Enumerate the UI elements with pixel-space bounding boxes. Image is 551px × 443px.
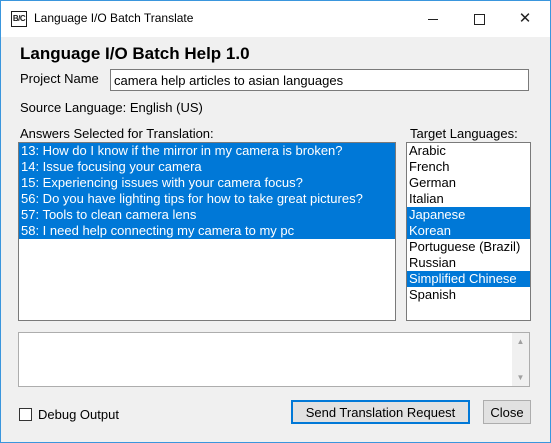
project-name-label: Project Name: [20, 71, 99, 86]
language-list-item[interactable]: Japanese: [407, 207, 530, 223]
source-language-label: Source Language: English (US): [20, 100, 203, 115]
language-list-item[interactable]: French: [407, 159, 530, 175]
close-window-button[interactable]: ✕: [502, 1, 548, 37]
language-list-item[interactable]: Italian: [407, 191, 530, 207]
debug-output-checkbox[interactable]: [19, 408, 32, 421]
title-bar[interactable]: B/C Language I/O Batch Translate ✕: [1, 1, 550, 37]
app-icon: B/C: [11, 11, 27, 27]
language-list-item[interactable]: German: [407, 175, 530, 191]
language-list-item[interactable]: Spanish: [407, 287, 530, 303]
page-title: Language I/O Batch Help 1.0: [20, 44, 250, 63]
answers-listbox[interactable]: 13: How do I know if the mirror in my ca…: [18, 142, 396, 321]
answer-list-item[interactable]: 14: Issue focusing your camera: [19, 159, 395, 175]
output-scrollbar[interactable]: ▲ ▼: [512, 333, 529, 386]
answer-list-item[interactable]: 58: I need help connecting my camera to …: [19, 223, 395, 239]
close-button[interactable]: Close: [483, 400, 531, 424]
answer-list-item[interactable]: 13: How do I know if the mirror in my ca…: [19, 143, 395, 159]
window-title: Language I/O Batch Translate: [34, 11, 194, 25]
main-window: B/C Language I/O Batch Translate ✕ Langu…: [0, 0, 551, 443]
maximize-button[interactable]: [456, 1, 502, 37]
answer-list-item[interactable]: 15: Experiencing issues with your camera…: [19, 175, 395, 191]
maximize-icon: [473, 14, 485, 26]
answer-list-item[interactable]: 57: Tools to clean camera lens: [19, 207, 395, 223]
target-languages-listbox[interactable]: Arabic French German Italian Japanese Korean P…: [406, 142, 531, 321]
minimize-button[interactable]: [410, 1, 456, 37]
language-list-item[interactable]: Portuguese (Brazil): [407, 239, 530, 255]
language-list-item[interactable]: Korean: [407, 223, 530, 239]
answer-list-item[interactable]: 56: Do you have lighting tips for how to…: [19, 191, 395, 207]
minimize-icon: [428, 19, 438, 21]
language-list-item[interactable]: Arabic: [407, 143, 530, 159]
debug-output-label[interactable]: Debug Output: [38, 407, 119, 422]
answers-label: Answers Selected for Translation:: [20, 126, 214, 141]
scroll-down-icon[interactable]: ▼: [512, 369, 529, 386]
target-languages-label: Target Languages:: [410, 126, 518, 141]
scroll-up-icon[interactable]: ▲: [512, 333, 529, 350]
project-name-input[interactable]: [110, 69, 529, 91]
language-list-item[interactable]: Simplified Chinese: [407, 271, 530, 287]
send-translation-request-button[interactable]: Send Translation Request: [291, 400, 470, 424]
output-textarea[interactable]: ▲ ▼: [18, 332, 530, 387]
language-list-item[interactable]: Russian: [407, 255, 530, 271]
